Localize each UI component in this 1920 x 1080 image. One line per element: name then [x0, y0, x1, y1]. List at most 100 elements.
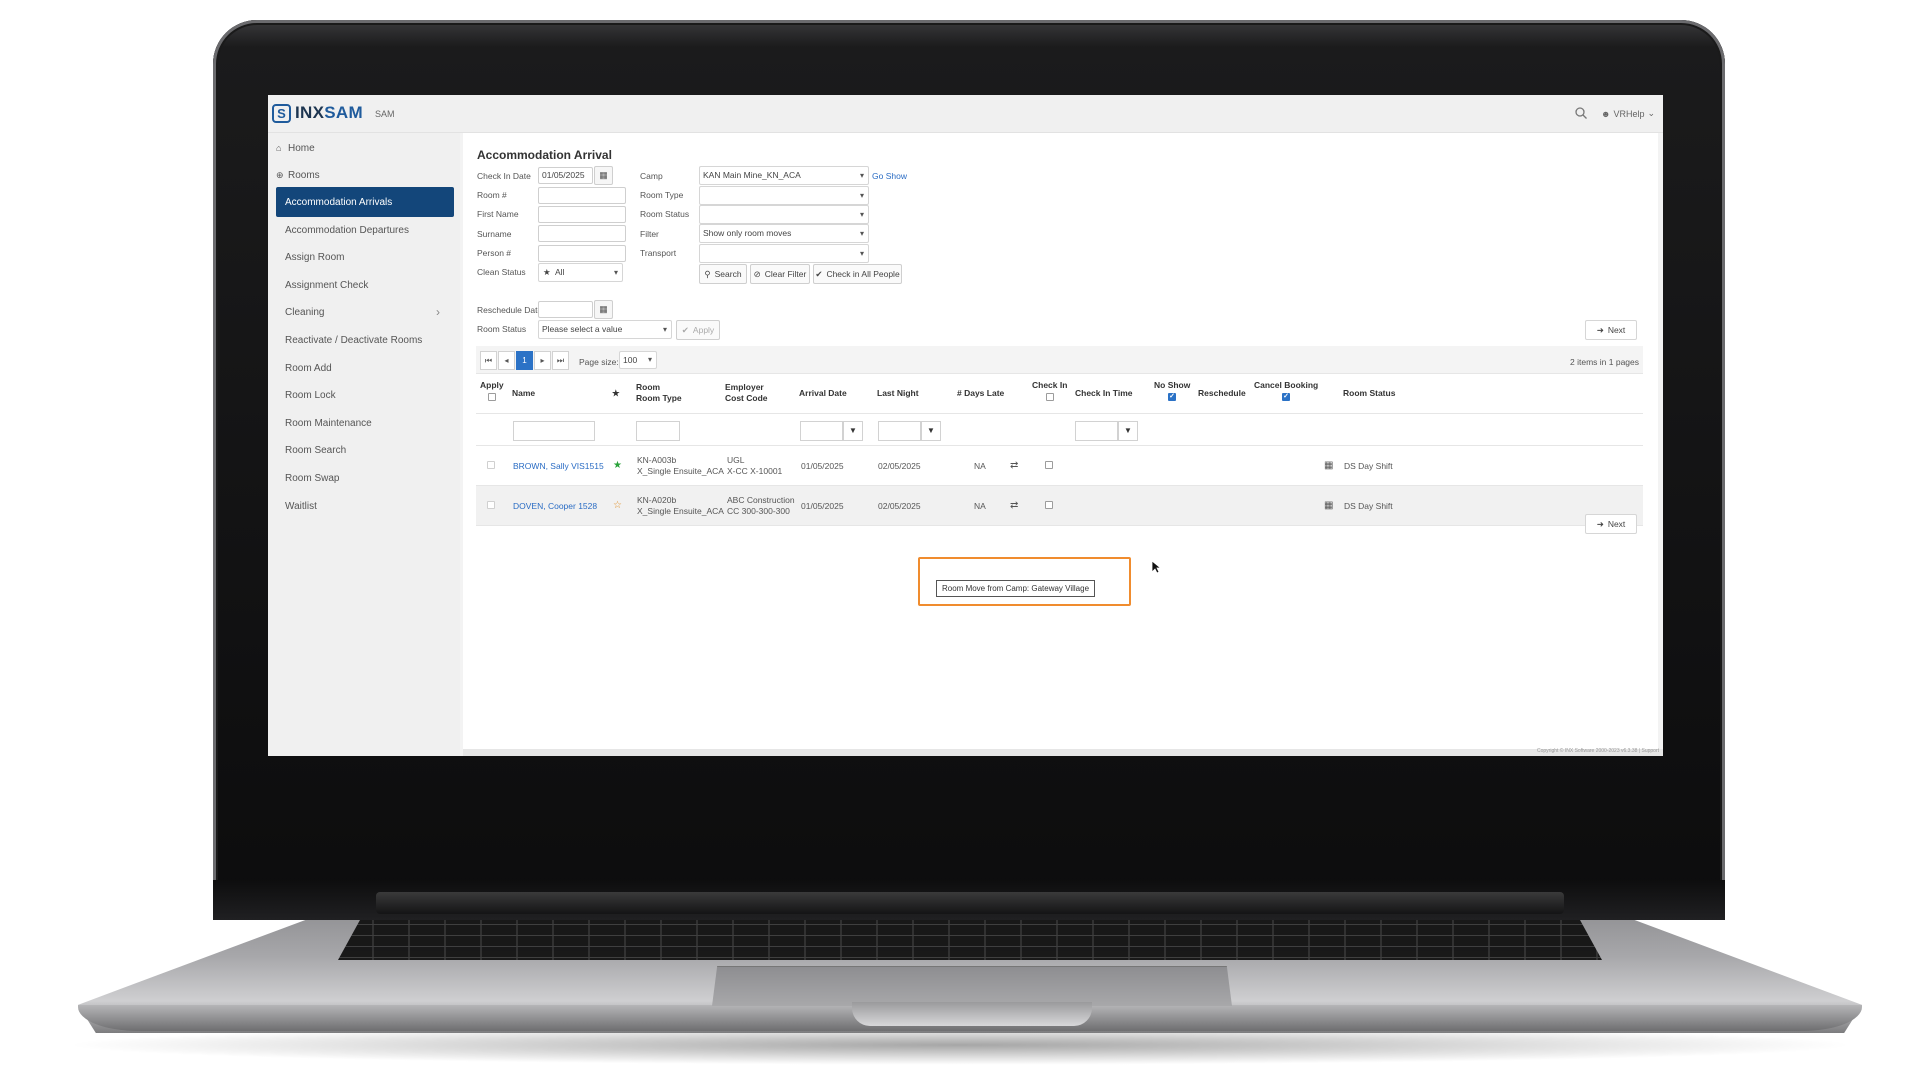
header-employer[interactable]: Employer Cost Code [725, 382, 768, 404]
sidebar-item-room-search[interactable]: Room Search [276, 435, 454, 465]
go-show-link[interactable]: Go Show [872, 171, 907, 181]
room-type-select[interactable]: ▾ [699, 186, 869, 205]
arrival-date-filter-input[interactable] [800, 421, 843, 441]
person-no-input[interactable] [538, 245, 626, 262]
filter-icon[interactable]: ▼ [843, 421, 863, 441]
sidebar-item-room-lock[interactable]: Room Lock [276, 380, 454, 410]
star-icon[interactable]: ★ [613, 460, 622, 471]
reschedule-date-input[interactable] [538, 301, 593, 318]
search-button[interactable]: ⚲ Search [699, 264, 747, 284]
header-last-night[interactable]: Last Night [877, 388, 919, 399]
rooms-icon: ⊕ [276, 169, 284, 180]
main-panel: Accommodation Arrival Check In Date 01/0… [463, 133, 1658, 753]
room-no-input[interactable] [538, 187, 626, 204]
check-in-date-input[interactable]: 01/05/2025 [538, 167, 593, 184]
calendar-icon[interactable]: ▦ [1324, 500, 1333, 511]
first-name-input[interactable] [538, 206, 626, 223]
dropdown-arrow-icon: ▾ [647, 355, 652, 364]
camp-select[interactable]: KAN Main Mine_KN_ACA ▾ [699, 166, 869, 185]
dropdown-arrow-icon: ▾ [662, 325, 667, 334]
next-page-icon[interactable]: ▸ [534, 351, 551, 370]
row-name-link[interactable]: DOVEN, Cooper 1528 [513, 501, 597, 512]
name-filter-input[interactable] [513, 421, 595, 441]
room-filter-input[interactable] [636, 421, 680, 441]
calendar-icon[interactable]: ▦ [1324, 460, 1333, 471]
row-employer: UGL X-CC X-10001 [727, 455, 783, 476]
sidebar-item-accommodation-departures[interactable]: Accommodation Departures [276, 215, 454, 245]
header-room-status[interactable]: Room Status [1343, 388, 1395, 399]
header-days-late[interactable]: # Days Late [957, 388, 1004, 399]
check-in-time-filter-input[interactable] [1075, 421, 1118, 441]
sidebar: ⌂ Home ⊕ Rooms Accommodation Arrivals Ac… [268, 133, 460, 756]
clean-status-select[interactable]: ★ All ▾ [538, 263, 623, 282]
filter-select[interactable]: Show only room moves ▾ [699, 224, 869, 243]
first-page-icon[interactable]: ⏮ [480, 351, 497, 370]
cancel-booking-all-checkbox[interactable] [1282, 391, 1291, 402]
search-icon[interactable] [1574, 106, 1588, 120]
sidebar-item-room-add[interactable]: Room Add [276, 353, 454, 383]
row-apply-checkbox[interactable] [487, 501, 495, 509]
sidebar-item-room-swap[interactable]: Room Swap [276, 463, 454, 493]
sidebar-item-label: Home [288, 142, 315, 154]
clear-filter-button[interactable]: ⊘ Clear Filter [750, 264, 810, 284]
sidebar-item-room-maintenance[interactable]: Room Maintenance [276, 408, 454, 438]
header-reschedule[interactable]: Reschedule [1198, 388, 1246, 399]
transport-select[interactable]: ▾ [699, 244, 869, 263]
star-outline-icon[interactable]: ☆ [613, 500, 622, 511]
page-size-select[interactable]: 100 ▾ [619, 351, 657, 369]
sidebar-item-home[interactable]: ⌂ Home [276, 133, 454, 163]
room-status-select[interactable]: ▾ [699, 205, 869, 224]
page-title: Accommodation Arrival [477, 148, 612, 162]
laptop-hinge [376, 892, 1564, 914]
filter-icon[interactable]: ▼ [1118, 421, 1138, 441]
header-name[interactable]: Name [512, 388, 535, 399]
sidebar-item-accommodation-arrivals[interactable]: Accommodation Arrivals [276, 187, 454, 217]
clear-icon: ⊘ [753, 268, 761, 279]
user-name: VRHelp [1613, 108, 1645, 119]
surname-input[interactable] [538, 225, 626, 242]
dropdown-arrow-icon: ▾ [859, 210, 864, 219]
apply-button[interactable]: ✔ Apply [676, 320, 720, 340]
row-check-in-checkbox[interactable] [1045, 461, 1053, 469]
sidebar-item-cleaning[interactable]: Cleaning › [276, 297, 454, 327]
search-icon: ⚲ [704, 268, 711, 279]
row-arrival-date: 01/05/2025 [801, 501, 844, 511]
prev-page-icon[interactable]: ◂ [498, 351, 515, 370]
check-in-all-button[interactable]: ✔ Check in All People [813, 264, 902, 284]
row-room: KN-A020b X_Single Ensuite_ACA [637, 495, 724, 516]
user-menu[interactable]: ☻ VRHelp ⌄ [1601, 108, 1655, 119]
next-button-bottom[interactable]: ➜ Next [1585, 514, 1637, 534]
header-room[interactable]: Room Room Type [636, 382, 682, 404]
logo-icon: S [272, 103, 291, 123]
header-check-in-time[interactable]: Check In Time [1075, 388, 1132, 399]
room-status2-select[interactable]: Please select a value ▾ [538, 320, 672, 339]
top-bar: S INXSAM SAM ☻ VRHelp ⌄ [268, 95, 1663, 133]
calendar-icon[interactable]: ▦ [594, 300, 613, 319]
row-days-late: NA [974, 461, 986, 471]
filter-icon[interactable]: ▼ [921, 421, 941, 441]
room-move-icon[interactable]: ⇄ [1010, 460, 1018, 471]
last-page-icon[interactable]: ⏭ [552, 351, 569, 370]
sidebar-item-rooms[interactable]: ⊕ Rooms [276, 160, 454, 190]
row-apply-checkbox[interactable] [487, 461, 495, 469]
surname-label: Surname [477, 229, 512, 239]
sidebar-item-waitlist[interactable]: Waitlist [276, 491, 454, 521]
apply-all-checkbox[interactable] [487, 392, 496, 401]
clean-status-label: Clean Status [477, 267, 526, 277]
page-number-current[interactable]: 1 [516, 351, 533, 370]
row-check-in-checkbox[interactable] [1045, 501, 1053, 509]
dropdown-arrow-icon: ▾ [859, 249, 864, 258]
last-night-filter-input[interactable] [878, 421, 921, 441]
star-icon: ★ [543, 267, 551, 277]
no-show-all-checkbox[interactable] [1168, 391, 1177, 402]
check-in-all-checkbox[interactable] [1045, 392, 1054, 401]
app-logo[interactable]: S INXSAM [272, 103, 363, 123]
next-button-top[interactable]: ➜ Next [1585, 320, 1637, 340]
header-arrival-date[interactable]: Arrival Date [799, 388, 847, 399]
row-name-link[interactable]: BROWN, Sally VIS1515 [513, 461, 604, 472]
sidebar-item-assignment-check[interactable]: Assignment Check [276, 270, 454, 300]
calendar-icon[interactable]: ▦ [594, 166, 613, 185]
sidebar-item-reactivate-rooms[interactable]: Reactivate / Deactivate Rooms [276, 325, 454, 355]
sidebar-item-assign-room[interactable]: Assign Room [276, 242, 454, 272]
room-move-icon[interactable]: ⇄ [1010, 500, 1018, 511]
